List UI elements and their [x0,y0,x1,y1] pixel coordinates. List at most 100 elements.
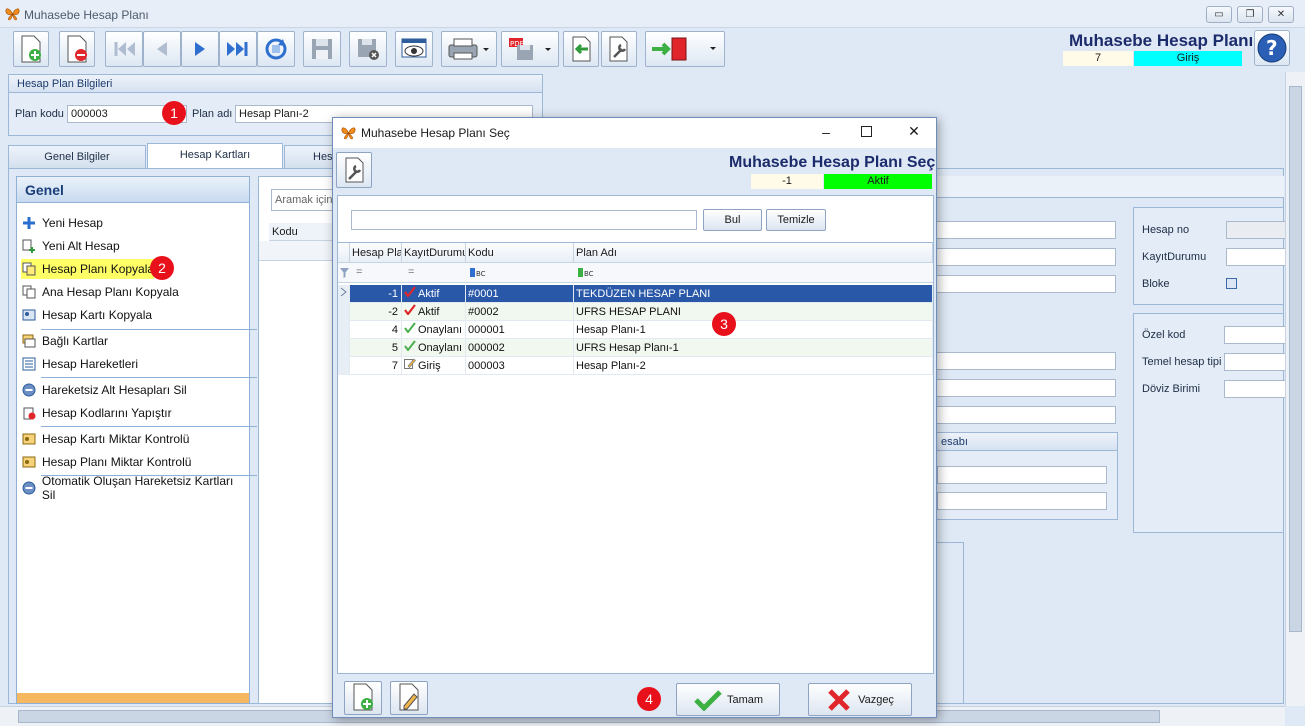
col-header-plan-no[interactable]: Hesap Pla [350,243,402,263]
svg-text:?: ? [1266,36,1278,60]
filter-icon[interactable] [340,268,349,281]
close-button[interactable]: ✕ [1268,6,1294,23]
detail-select[interactable] [936,406,1116,424]
action-copy-account-plan[interactable]: Hesap Planı Kopyala [21,259,155,279]
discard-button[interactable] [349,31,387,67]
detail-field-2[interactable] [936,248,1116,266]
vertical-scrollbar[interactable] [1285,72,1305,706]
refresh-button[interactable] [257,31,295,67]
col-header-code[interactable]: Kodu [466,243,574,263]
dialog-maximize-button[interactable] [861,126,872,137]
detail-field-1[interactable] [936,221,1116,239]
minimize-button[interactable]: ▭ [1206,6,1232,23]
save-button[interactable] [303,31,341,67]
dialog-settings-button[interactable] [336,152,372,188]
step-badge-4: 4 [637,687,661,711]
ledger-field-2[interactable] [937,492,1107,510]
clear-button[interactable]: Temizle [766,209,826,231]
action-new-sub-account[interactable]: Yeni Alt Hesap [21,236,120,256]
dialog-close-button[interactable]: ✕ [905,123,923,141]
row-indicator [338,339,350,357]
action-delete-auto-idle-cards[interactable]: Otomatik Oluşan Hareketsiz Kartları Sil [21,474,249,502]
basic-account-type-field[interactable] [1224,353,1286,371]
next-record-button[interactable] [181,31,219,67]
filter-text-code-icon[interactable]: BC [470,267,486,281]
ledger-group-title: esabı [933,433,1117,451]
col-header-plan-name[interactable]: Plan Adı [574,243,933,263]
help-button[interactable]: ? [1254,30,1290,66]
filter-eq-status[interactable]: = [408,266,414,278]
blocked-checkbox[interactable] [1226,278,1237,289]
ledger-field-1[interactable] [937,466,1107,484]
action-copy-account-card[interactable]: Hesap Kartı Kopyala [21,305,152,325]
plan-code-label: Plan kodu [15,108,64,120]
table-row[interactable]: -2 Aktif #0002 UFRS HESAP PLANI [338,303,933,321]
add-plan-button[interactable] [344,681,382,715]
detail-field-3[interactable] [936,275,1116,293]
detail-field-4[interactable] [936,352,1116,370]
table-row[interactable]: 7 Giriş 000003 Hesap Planı-2 [338,357,933,375]
col-header-record-status[interactable]: KayıtDurumu [402,243,466,263]
tab-accounts[interactable]: Hesa [284,145,339,169]
account-no-field[interactable] [1226,221,1286,239]
plan-info-title: Hesap Plan Bilgileri [9,75,542,93]
action-paste-account-codes[interactable]: Hesap Kodlarını Yapıştır [21,403,172,423]
table-row[interactable]: -1 Aktif #0001 TEKDÜZEN HESAP PLANI [338,285,933,303]
delete-record-button[interactable] [59,31,95,67]
row-indicator [338,321,350,339]
record-status-field[interactable] [1226,248,1286,266]
status-text: Onaylanı [418,342,463,354]
general-panel-title: Genel [17,177,249,203]
settings-button[interactable] [601,31,637,67]
last-record-button[interactable] [219,31,257,67]
restore-button[interactable]: ❐ [1237,6,1263,23]
action-new-account[interactable]: Yeni Hesap [21,213,103,233]
action-account-transactions[interactable]: Hesap Hareketleri [21,354,138,374]
cell-code: 000003 [466,357,574,375]
action-card-quantity-check[interactable]: Hesap Kartı Miktar Kontrolü [21,429,189,449]
record-status: Giriş [1134,51,1242,66]
action-plan-quantity-check[interactable]: Hesap Planı Miktar Kontrolü [21,452,191,472]
ok-button[interactable]: Tamam [676,683,780,716]
step-badge-1: 1 [162,101,186,125]
filter-eq-plan-no[interactable]: = [356,266,362,278]
preview-eye-icon [401,38,427,58]
import-button[interactable] [563,31,599,67]
table-row[interactable]: 5 Onaylanı 000002 UFRS Hesap Planı-1 [338,339,933,357]
tab-account-cards[interactable]: Hesap Kartları [147,143,283,169]
special-code-field[interactable] [1224,326,1286,344]
exit-button[interactable] [645,31,725,67]
action-delete-idle-sub-accounts[interactable]: Hareketsiz Alt Hesapları Sil [21,380,187,400]
code-column-header[interactable]: Kodu [269,223,339,241]
tab-general-info[interactable]: Genel Bilgiler [8,145,146,169]
separator [41,377,257,378]
new-document-icon [21,35,41,63]
previous-record-button[interactable] [143,31,181,67]
preview-button[interactable] [395,31,433,67]
detail-field-5[interactable] [936,379,1116,397]
currency-field[interactable] [1224,380,1286,398]
wrench-document-icon [345,157,364,183]
search-input[interactable]: Aramak için [271,189,341,211]
first-record-button[interactable] [105,31,143,67]
dialog-minimize-button[interactable]: – [817,124,835,142]
action-linked-cards[interactable]: Bağlı Kartlar [21,331,108,351]
green-check-icon [404,321,418,339]
filter-text-name-icon[interactable]: BC [578,267,594,281]
find-button[interactable]: Bul [703,209,762,231]
edit-plan-button[interactable] [390,681,428,715]
red-check-icon [404,303,418,321]
delete-document-icon [67,35,87,63]
export-pdf-button[interactable]: PDF [501,31,559,67]
copy-document-icon [21,284,37,300]
print-button[interactable] [441,31,497,67]
scroll-thumb[interactable] [1289,86,1302,632]
table-row[interactable]: 4 Onaylanı 000001 Hesap Planı-1 [338,321,933,339]
action-label: Ana Hesap Planı Kopyala [42,285,179,299]
plan-grid: Hesap Pla KayıtDurumu Kodu Plan Adı = = … [337,242,934,674]
cell-plan-name: UFRS Hesap Planı-1 [574,339,933,357]
dialog-search-input[interactable] [351,210,697,230]
action-copy-main-plan[interactable]: Ana Hesap Planı Kopyala [21,282,179,302]
cancel-button[interactable]: Vazgeç [808,683,912,716]
new-record-button[interactable] [13,31,49,67]
